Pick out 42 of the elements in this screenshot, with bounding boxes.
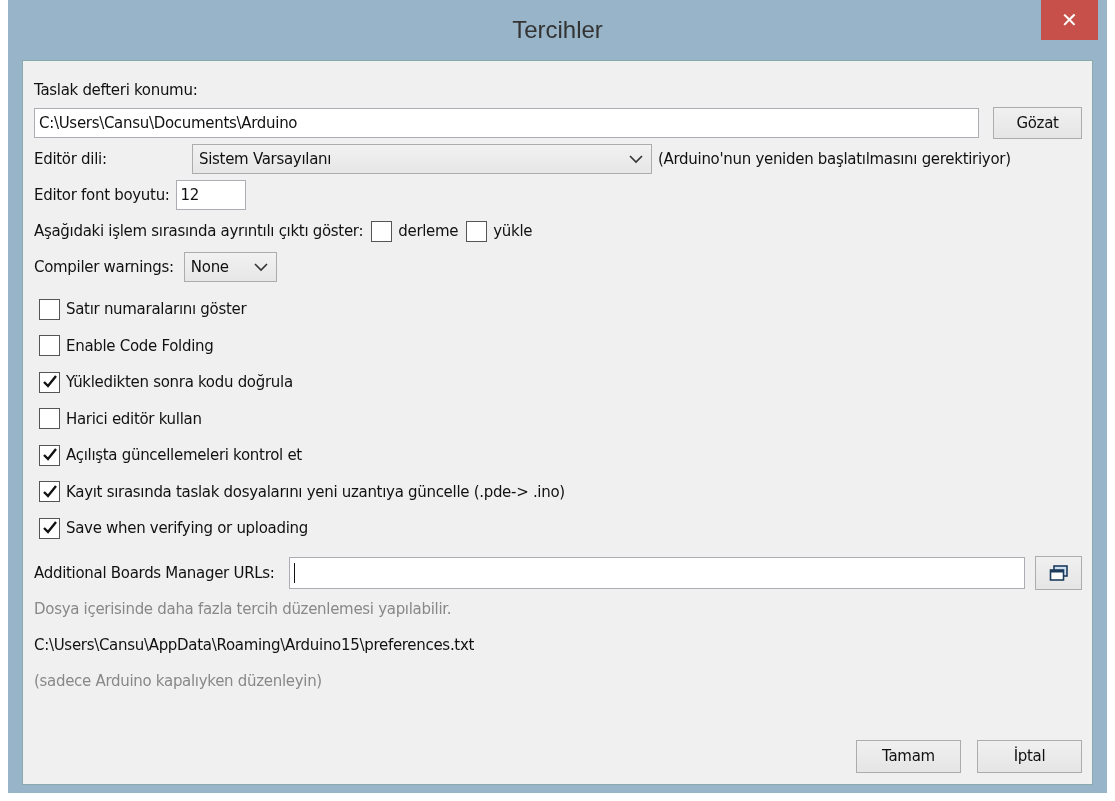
checkbox-label: Save when verifying or uploading <box>66 519 308 538</box>
note-text: (sadece Arduino kapalıyken düzenleyin) <box>34 671 322 690</box>
warnings-dropdown[interactable]: None <box>183 252 277 282</box>
checkbox-label: yükle <box>493 222 533 240</box>
chevron-icon <box>253 262 268 272</box>
info-text: Dosya içerisinde daha fazla tercih düzenlemesi yapılabilir. <box>34 599 452 618</box>
checkbox[interactable] <box>39 517 60 539</box>
restart-note: (Arduino'nun yeniden başlatılmasını gerektiriyor) <box>658 150 1011 168</box>
checkbox[interactable] <box>466 220 488 242</box>
checkbox[interactable] <box>39 481 60 503</box>
checkbox-label: Açılışta güncellemeleri kontrol et <box>66 446 302 465</box>
boards-urls-field[interactable] <box>288 556 1025 589</box>
checkbox-label: Kayıt sırasında taslak dosyalarını yeni uzantıya güncelle (.pde-> .ino) <box>66 482 565 501</box>
chevron-icon <box>629 154 643 164</box>
browse-button[interactable]: Gözat <box>993 107 1082 139</box>
checkbox[interactable] <box>39 444 60 466</box>
font-size-field[interactable]: 12 <box>175 180 246 210</box>
window-title: Tercihler <box>512 16 603 44</box>
field-label: Editor font boyutu: <box>34 186 170 204</box>
field-label: Taslak defteri konumu: <box>34 81 198 99</box>
preferences-path: C:\Users\Cansu\AppData\Roaming\Arduino15\preferences.txt <box>34 635 475 654</box>
checkbox[interactable] <box>371 220 393 242</box>
checkbox[interactable] <box>39 371 60 393</box>
windows-icon <box>1048 564 1069 581</box>
checkbox-label: derleme <box>398 222 459 240</box>
field-label: Additional Boards Manager URLs: <box>34 563 275 582</box>
field-label: Editör dili: <box>34 150 108 168</box>
checkbox[interactable] <box>39 408 60 430</box>
checkbox-label: Satır numaralarını göster <box>66 300 247 319</box>
checkbox[interactable] <box>39 335 60 357</box>
checkbox-label: Yükledikten sonra kodu doğrula <box>66 373 293 392</box>
language-dropdown[interactable]: Sistem Varsayılanı <box>192 144 652 174</box>
ok-button[interactable]: Tamam <box>856 739 961 773</box>
cancel-button[interactable]: İptal <box>977 739 1082 773</box>
field-label: Aşağıdaki işlem sırasında ayrıntılı çıktı göster: <box>34 222 364 240</box>
close-button[interactable]: ✕ <box>1041 0 1098 40</box>
field-label: Compiler warnings: <box>34 258 174 276</box>
checkbox-label: Enable Code Folding <box>66 336 214 355</box>
checkbox[interactable] <box>39 298 60 320</box>
checkbox-label: Harici editör kullan <box>66 409 202 428</box>
expand-button[interactable] <box>1035 555 1082 590</box>
sketchbook-path-field[interactable]: C:\Users\Cansu\Documents\Arduino <box>34 108 979 138</box>
